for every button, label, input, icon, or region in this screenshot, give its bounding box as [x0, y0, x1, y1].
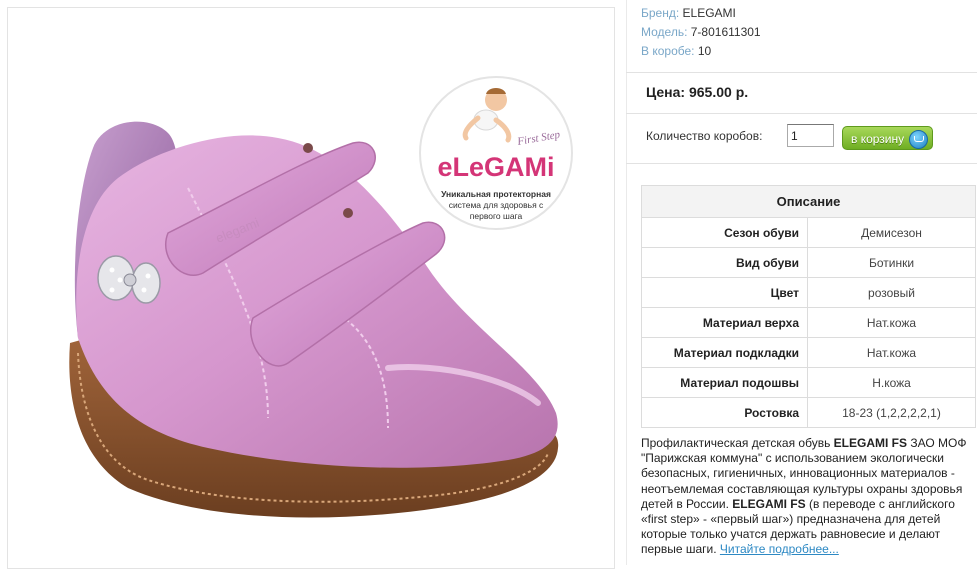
logo-caption-1: Уникальная протекторная	[441, 189, 551, 199]
spec-value: Нат.кожа	[807, 337, 976, 368]
model-row: Модель: 7-801611301	[641, 25, 761, 39]
table-row: Материал верха Нат.кожа	[641, 307, 976, 338]
cart-icon	[909, 130, 928, 149]
product-image[interactable]: elegami First Step eLeGAMi Уникальная пр…	[7, 7, 615, 569]
box-count-value: 10	[697, 44, 712, 58]
quantity-input[interactable]	[787, 124, 834, 147]
spec-key: Сезон обуви	[641, 217, 808, 248]
table-row: Ростовка 18-23 (1,2,2,2,2,1)	[641, 397, 976, 428]
spec-key: Материал подкладки	[641, 337, 808, 368]
table-row: Материал подкладки Нат.кожа	[641, 337, 976, 368]
box-count-row: В коробе: 10	[641, 44, 711, 58]
table-row: Цвет розовый	[641, 277, 976, 308]
table-row: Вид обуви Ботинки	[641, 247, 976, 278]
spec-value: Ботинки	[807, 247, 976, 278]
table-row: Сезон обуви Демисезон	[641, 217, 976, 248]
column-divider	[626, 0, 627, 565]
price-label: Цена:	[646, 84, 686, 100]
box-count-label: В коробе:	[641, 44, 695, 58]
product-info-panel: Бренд: ELEGAMI Модель: 7-801611301 В кор…	[626, 0, 977, 565]
brand-value: ELEGAMI	[682, 6, 736, 20]
desc-part: Профилактическая детская обувь	[641, 436, 834, 450]
logo-caption-3: первого шага	[470, 211, 523, 221]
divider	[626, 72, 977, 73]
spec-value: розовый	[807, 277, 976, 308]
shoe-illustration: elegami First Step eLeGAMi Уникальная пр…	[69, 76, 573, 518]
add-to-cart-label: в корзину	[851, 132, 905, 146]
description-text: Профилактическая детская обувь ELEGAMI F…	[641, 436, 973, 558]
spec-value: Демисезон	[807, 217, 976, 248]
spec-key: Цвет	[641, 277, 808, 308]
price-value: 965.00 р.	[688, 84, 749, 100]
spec-value: Н.кожа	[807, 367, 976, 398]
brand-logo-badge: First Step eLeGAMi Уникальная протекторн…	[419, 76, 573, 230]
desc-brand-bold: ELEGAMI FS	[833, 436, 907, 450]
spec-key: Материал верха	[641, 307, 808, 338]
table-row: Материал подошвы Н.кожа	[641, 367, 976, 398]
model-label: Модель:	[641, 25, 688, 39]
desc-brand-bold: ELEGAMI FS	[732, 496, 806, 511]
quantity-label: Количество коробов:	[646, 129, 763, 143]
read-more-link[interactable]: Читайте подробнее...	[720, 542, 839, 556]
model-value: 7-801611301	[690, 25, 761, 39]
logo-brand-text: eLeGAMi	[437, 152, 554, 182]
spec-key: Материал подошвы	[641, 367, 808, 398]
order-row: Количество коробов: в корзину	[646, 124, 966, 150]
spec-value: Нат.кожа	[807, 307, 976, 338]
logo-caption-2: система для здоровья с	[449, 200, 544, 210]
description-table: Описание Сезон обуви Демисезон Вид обуви…	[641, 185, 976, 428]
spec-value: 18-23 (1,2,2,2,2,1)	[807, 397, 976, 428]
spec-key: Вид обуви	[641, 247, 808, 278]
add-to-cart-button[interactable]: в корзину	[842, 126, 933, 150]
brand-label: Бренд:	[641, 6, 680, 20]
brand-row: Бренд: ELEGAMI	[641, 6, 736, 20]
spec-key: Ростовка	[641, 397, 808, 428]
description-title: Описание	[641, 185, 976, 218]
divider	[626, 163, 977, 164]
divider	[626, 113, 977, 114]
price: Цена: 965.00 р.	[646, 84, 748, 100]
